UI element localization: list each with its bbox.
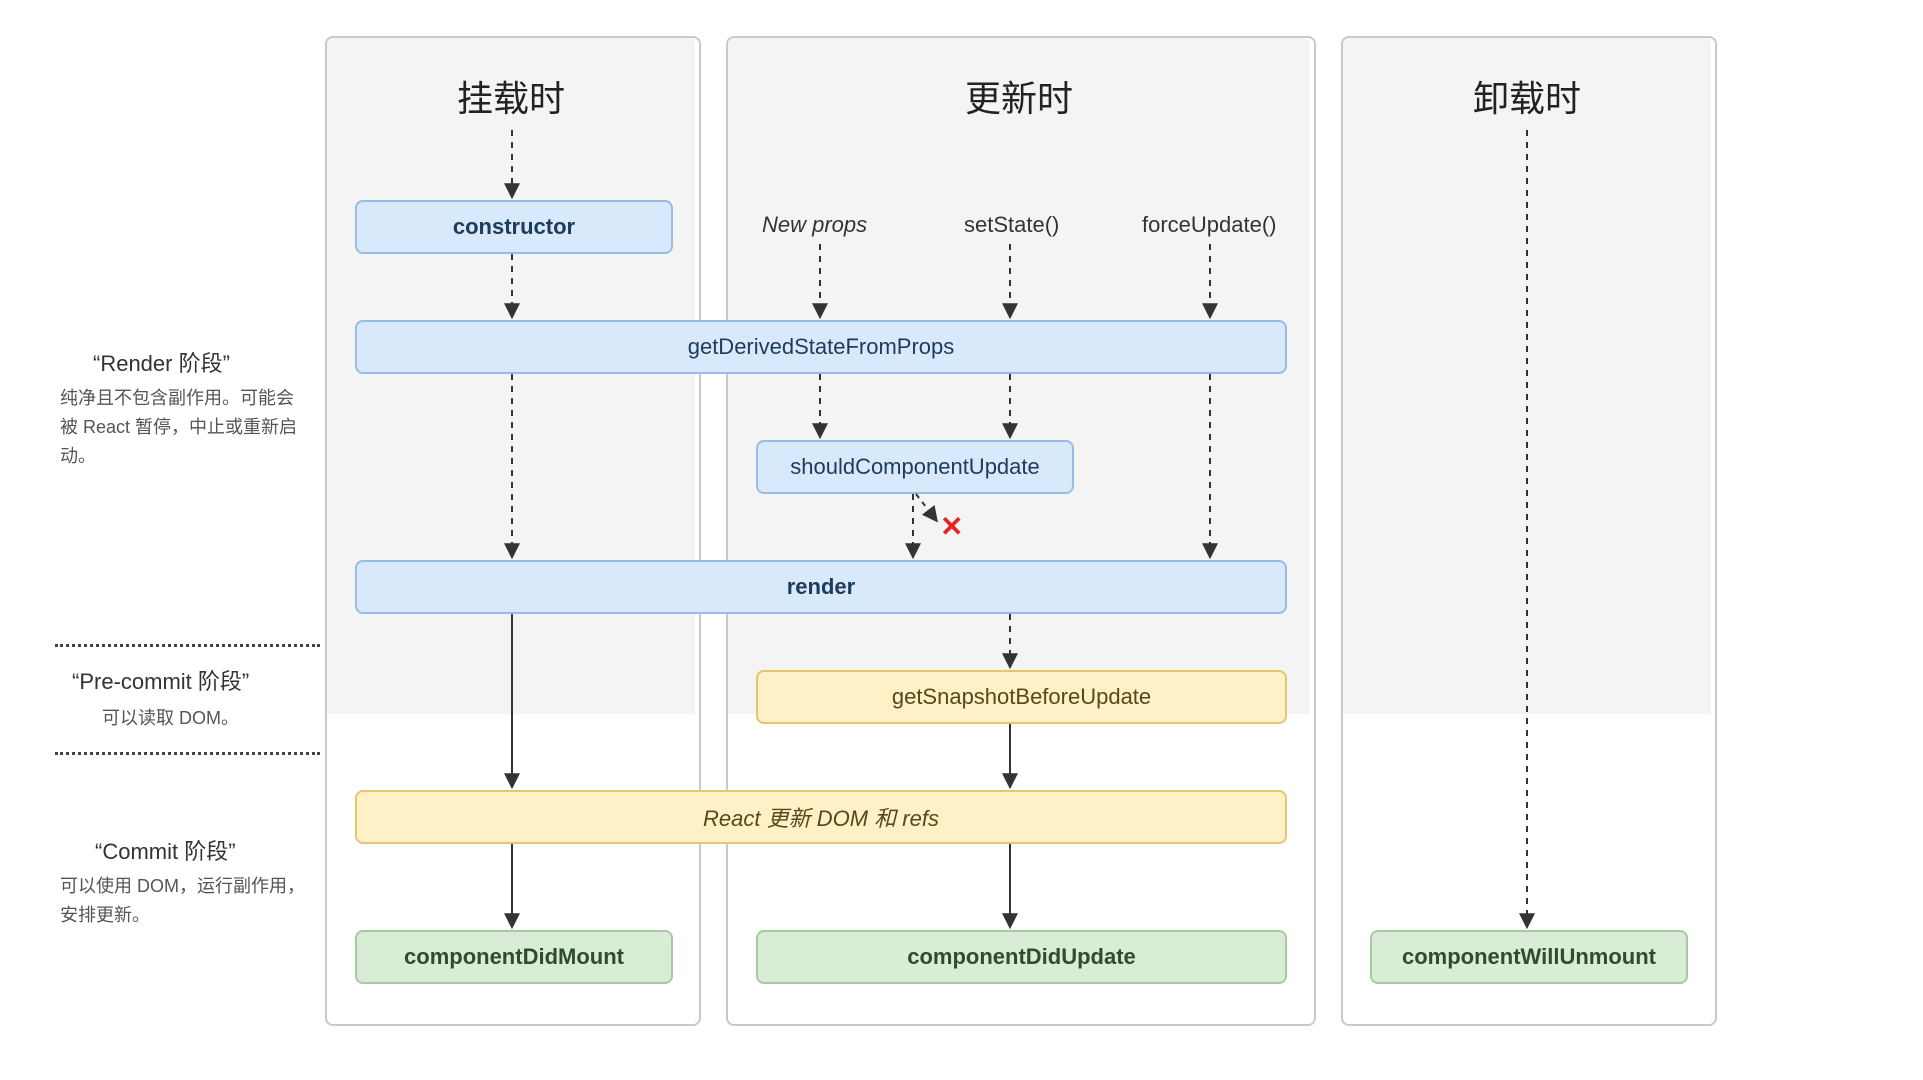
phase-commit-heading: “Commit 阶段”: [95, 834, 236, 866]
node-render-label: render: [787, 574, 855, 600]
node-get-snapshot[interactable]: getSnapshotBeforeUpdate: [756, 670, 1287, 724]
node-react-updates-dom-label: React 更新 DOM 和 refs: [703, 801, 939, 833]
node-component-did-update-label: componentDidUpdate: [907, 944, 1136, 970]
node-get-derived-state-label: getDerivedStateFromProps: [688, 334, 955, 360]
trigger-set-state: setState(): [964, 212, 1059, 238]
trigger-new-props: New props: [762, 212, 867, 238]
node-should-component-update-label: shouldComponentUpdate: [790, 454, 1040, 480]
phase-render-sub: 纯净且不包含副作用。可能会被 React 暂停，中止或重新启动。: [60, 384, 310, 470]
node-should-component-update[interactable]: shouldComponentUpdate: [756, 440, 1074, 494]
node-constructor-label: constructor: [453, 214, 575, 240]
column-unmount-shade: [1343, 38, 1711, 714]
phase-precommit-heading: “Pre-commit 阶段”: [72, 664, 249, 696]
node-get-derived-state[interactable]: getDerivedStateFromProps: [355, 320, 1287, 374]
node-get-snapshot-label: getSnapshotBeforeUpdate: [892, 684, 1151, 710]
node-react-updates-dom: React 更新 DOM 和 refs: [355, 790, 1287, 844]
trigger-force-update: forceUpdate(): [1142, 212, 1277, 238]
column-unmount-title: 卸载时: [1341, 70, 1713, 122]
node-component-did-mount[interactable]: componentDidMount: [355, 930, 673, 984]
dots-below-precommit: [55, 752, 320, 755]
bailout-x-icon: ✕: [940, 510, 963, 543]
node-component-did-mount-label: componentDidMount: [404, 944, 624, 970]
phase-commit-sub: 可以使用 DOM，运行副作用，安排更新。: [60, 872, 310, 930]
phase-precommit-sub: 可以读取 DOM。: [102, 704, 322, 733]
phase-render-heading: “Render 阶段”: [93, 346, 230, 378]
column-mount-title: 挂载时: [325, 70, 697, 122]
node-component-will-unmount-label: componentWillUnmount: [1402, 944, 1656, 970]
dots-above-precommit: [55, 644, 320, 647]
node-component-will-unmount[interactable]: componentWillUnmount: [1370, 930, 1688, 984]
node-component-did-update[interactable]: componentDidUpdate: [756, 930, 1287, 984]
column-update-title: 更新时: [726, 70, 1312, 122]
node-render[interactable]: render: [355, 560, 1287, 614]
lifecycle-diagram: 挂载时 更新时 卸载时 “Render 阶段” 纯净且不包含副作用。可能会被 R…: [0, 0, 1923, 1080]
node-constructor[interactable]: constructor: [355, 200, 673, 254]
